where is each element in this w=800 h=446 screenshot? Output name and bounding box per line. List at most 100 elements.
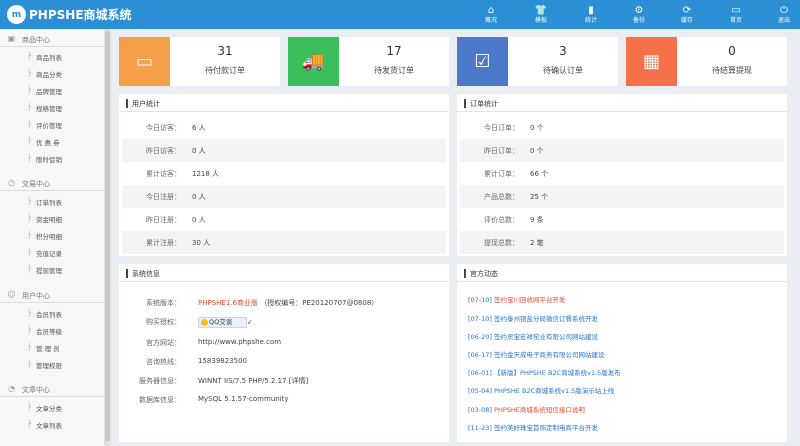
sidebar-item-label: 规格管理 xyxy=(36,105,62,113)
sidebar: ▣ 商品中心 ├ 商品列表 ├ 商品分类 ├ 品牌管理 ├ 规格管理 ├ 评价管理 ├ 优 … xyxy=(0,29,111,446)
stat-card-unsettled[interactable]: ▦ 0 待结算提现 xyxy=(626,37,787,86)
tree-branch-icon: ├ xyxy=(27,360,32,368)
nav-logout[interactable]: ⏻ 退出 xyxy=(767,0,800,29)
sidebar-item-label: 商品分类 xyxy=(36,71,62,79)
sidebar-scrollbar[interactable] xyxy=(104,29,111,446)
news-item[interactable]: [07-10] 签约宝川回收网平台开发 xyxy=(468,294,566,304)
panel-header: 订单统计 xyxy=(457,94,787,112)
sidebar-item-permissions[interactable]: ├ 管理权限 xyxy=(0,356,104,372)
version-link[interactable]: PHPSHE1.6商业版 xyxy=(198,299,258,307)
stat-value: 66 个 xyxy=(530,170,549,178)
server-value[interactable]: WINNT IIS/7.5 PHP/5.2.17 [详情] xyxy=(198,376,308,386)
header-bar xyxy=(126,269,128,278)
news-date: [07-10] xyxy=(468,296,492,304)
panel-title: 官方动态 xyxy=(470,270,498,278)
sidebar-item-flash-sale[interactable]: ├ 限时促销 xyxy=(0,150,104,166)
refresh-icon: ⟳ xyxy=(682,5,692,16)
nav-template[interactable]: 👕 模板 xyxy=(524,0,558,29)
nav-backup[interactable]: ⚙ 备份 xyxy=(622,0,656,29)
nav-cache[interactable]: ⟳ 缓存 xyxy=(670,0,704,29)
news-title[interactable]: 签约泰州银盐分局微信订餐系统开发 xyxy=(494,315,598,323)
sidebar-item-article-category[interactable]: ├ 文章分类 xyxy=(0,399,104,415)
news-title[interactable]: 签约宝川回收网平台开发 xyxy=(494,296,566,304)
news-title[interactable]: 签约金天成电子商务有限公司网站建设 xyxy=(494,351,605,359)
sidebar-item-admin[interactable]: ├ 管 理 员 xyxy=(0,339,104,355)
news-title[interactable]: PHPSHE B2C商城系统v1.5版演示站上线 xyxy=(494,387,614,395)
box-icon: ▣ xyxy=(7,34,16,43)
news-item[interactable]: [06-17] 签约金天成电子商务有限公司网站建设 xyxy=(468,349,605,359)
news-title[interactable]: 签约美好珠宝首饰定制电商平台开发 xyxy=(494,424,598,432)
sidebar-item-withdraw[interactable]: ├ 提现管理 xyxy=(0,261,104,277)
news-item[interactable]: [06-20] 签约灵宝宏祥窑业有限公司网站建设 xyxy=(468,331,598,341)
sidebar-group-label: 用户中心 xyxy=(22,292,50,300)
sidebar-item-funds[interactable]: ├ 资金明细 xyxy=(0,210,104,226)
news-date: [06-17] xyxy=(468,351,492,359)
sidebar-item-goods-list[interactable]: ├ 商品列表 xyxy=(0,48,104,64)
nav-homepage[interactable]: ▭ 首页 xyxy=(719,0,753,29)
stat-card-unshipped[interactable]: 🚚 17 待发货订单 xyxy=(288,37,449,86)
news-date: [06-20] xyxy=(468,333,492,341)
nav-statistics[interactable]: ▮ 统计 xyxy=(574,0,608,29)
news-title[interactable]: PHPSHE商城系统短信接口说明 xyxy=(494,406,585,414)
news-title[interactable]: 【新版】PHPSHE B2C商城系统v1.5版发布 xyxy=(494,369,621,377)
qq-chat-button[interactable]: QQ交谈 xyxy=(198,317,247,328)
tree-branch-icon: ├ xyxy=(27,120,32,128)
sidebar-item-goods-category[interactable]: ├ 商品分类 xyxy=(0,65,104,81)
news-panel: 官方动态 [07-10] 签约宝川回收网平台开发 [07-10] 签约泰州银盐分… xyxy=(457,264,787,442)
sidebar-item-spec[interactable]: ├ 规格管理 xyxy=(0,99,104,115)
info-key: 服务器信息： xyxy=(139,377,181,385)
power-icon: ⏻ xyxy=(780,5,788,16)
sidebar-group-trade[interactable]: ◷ 交易中心 xyxy=(0,175,104,191)
chevron-down-icon[interactable]: ✓ xyxy=(247,319,253,327)
news-date: [11-23] xyxy=(468,424,492,432)
sidebar-item-member-level[interactable]: ├ 会员等级 xyxy=(0,322,104,338)
sidebar-item-label: 商品列表 xyxy=(36,54,62,62)
stat-card-unconfirmed[interactable]: ☑ 3 待确认订单 xyxy=(457,37,618,86)
website-link[interactable]: http://www.phpshe.com xyxy=(198,338,281,346)
sidebar-group-articles[interactable]: ◔ 文章中心 xyxy=(0,381,104,397)
database-value: MySQL 5.1.57-community xyxy=(198,395,289,403)
news-title[interactable]: 签约灵宝宏祥窑业有限公司网站建设 xyxy=(494,333,598,341)
logo[interactable]: m PHPSHE商城系统 xyxy=(7,5,132,24)
sidebar-item-coupon[interactable]: ├ 优 惠 券 xyxy=(0,133,104,149)
logo-icon: m xyxy=(7,5,26,24)
sidebar-group-users[interactable]: ☺ 用户中心 xyxy=(0,287,104,303)
stat-value: 0 xyxy=(728,44,736,58)
stat-label: 待确认订单 xyxy=(543,66,583,75)
sidebar-item-label: 订单列表 xyxy=(36,199,62,207)
stat-value: 0 个 xyxy=(530,147,544,155)
stat-card-unpaid[interactable]: ▭ 31 待付款订单 xyxy=(119,37,280,86)
news-item[interactable]: [05-04] PHPSHE B2C商城系统v1.5版演示站上线 xyxy=(468,385,614,395)
sidebar-item-label: 提现管理 xyxy=(36,267,62,275)
sidebar-item-member-list[interactable]: ├ 会员列表 xyxy=(0,305,104,321)
stat-label: 待结算提现 xyxy=(712,66,752,75)
sidebar-item-order-list[interactable]: ├ 订单列表 xyxy=(0,193,104,209)
sidebar-item-label: 充值记录 xyxy=(36,250,62,258)
news-item[interactable]: [06-01] 【新版】PHPSHE B2C商城系统v1.5版发布 xyxy=(468,367,621,377)
sidebar-item-review[interactable]: ├ 评价管理 xyxy=(0,116,104,132)
sidebar-item-brand[interactable]: ├ 品牌管理 xyxy=(0,82,104,98)
stat-row: 提现总数： 2 笔 xyxy=(460,231,784,254)
sidebar-item-recharge[interactable]: ├ 充值记录 xyxy=(0,244,104,260)
nav-overview[interactable]: ⌂ 概况 xyxy=(474,0,508,29)
user-stats-panel: 用户统计 今日访客： 6 人 昨日访客： 0 人 累计访客： 1218 人 今日注册：… xyxy=(119,94,449,256)
stat-row: 今日订单： 0 个 xyxy=(460,116,784,139)
news-item[interactable]: [07-10] 签约泰州银盐分局微信订餐系统开发 xyxy=(468,313,598,323)
sidebar-item-article-list[interactable]: ├ 文章列表 xyxy=(0,416,104,432)
stat-key: 累计访客： xyxy=(146,170,181,178)
stat-value: 0 人 xyxy=(192,216,206,224)
tree-branch-icon: ├ xyxy=(27,326,32,334)
tree-branch-icon: ├ xyxy=(27,69,32,77)
news-item[interactable]: [03-08] PHPSHE商城系统短信接口说明 xyxy=(468,404,585,414)
sidebar-group-goods[interactable]: ▣ 商品中心 xyxy=(0,31,104,47)
news-item[interactable]: [11-23] 签约美好珠宝首饰定制电商平台开发 xyxy=(468,422,598,432)
info-key: 官方网站： xyxy=(146,339,181,347)
stat-key: 今日注册： xyxy=(146,193,181,201)
scrollbar-thumb[interactable] xyxy=(105,31,110,441)
nav-label: 备份 xyxy=(632,17,645,24)
sidebar-item-label: 文章列表 xyxy=(36,422,62,430)
info-key: 咨询热线： xyxy=(146,358,181,366)
sidebar-item-points[interactable]: ├ 积分明细 xyxy=(0,227,104,243)
stat-key: 昨日注册： xyxy=(146,216,181,224)
stat-value: 25 个 xyxy=(530,193,549,201)
